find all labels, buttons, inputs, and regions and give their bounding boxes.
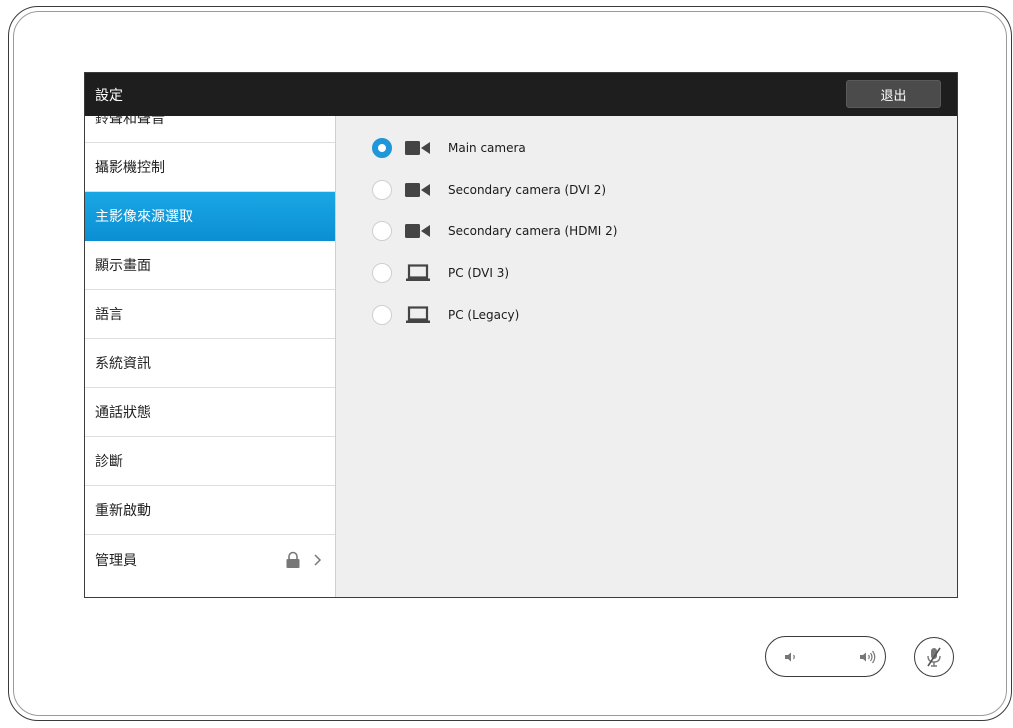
sidebar-item-label: 鈴聲和聲音 <box>95 116 165 127</box>
source-option-main-camera[interactable]: Main camera <box>372 133 526 163</box>
chevron-right-icon <box>314 553 322 566</box>
source-option-pc-legacy[interactable]: PC (Legacy) <box>372 300 519 330</box>
camera-icon <box>403 180 433 200</box>
lock-icon <box>286 551 300 568</box>
sidebar-item-label: 系統資訊 <box>95 356 151 372</box>
laptop-icon <box>403 305 433 325</box>
sidebar-item-language[interactable]: 語言 <box>85 290 335 339</box>
sidebar-item-administrator[interactable]: 管理員 <box>85 535 335 584</box>
radio-button[interactable] <box>372 305 392 325</box>
sidebar-item-restart[interactable]: 重新啟動 <box>85 486 335 535</box>
administrator-icons <box>285 535 323 584</box>
camera-icon <box>403 221 433 241</box>
speaker-low-icon[interactable] <box>783 649 803 665</box>
sidebar-item-main-source[interactable]: 主影像來源選取 <box>85 192 335 241</box>
sidebar-item-label: 顯示畫面 <box>95 258 151 274</box>
sidebar-item-label: 主影像來源選取 <box>95 209 193 225</box>
page-title: 設定 <box>95 88 123 104</box>
microphone-muted-icon <box>927 647 941 667</box>
sidebar-item-label: 管理員 <box>95 552 137 569</box>
radio-button[interactable] <box>372 263 392 283</box>
source-option-label: Secondary camera (DVI 2) <box>448 183 607 197</box>
source-option-secondary-dvi2[interactable]: Secondary camera (DVI 2) <box>372 175 606 205</box>
source-option-label: Main camera <box>448 141 526 155</box>
sidebar-item-ringtones[interactable]: 鈴聲和聲音 <box>85 116 335 143</box>
speaker-high-icon[interactable] <box>858 649 878 665</box>
sidebar-item-system-info[interactable]: 系統資訊 <box>85 339 335 388</box>
volume-control[interactable] <box>765 636 886 677</box>
sidebar-item-label: 重新啟動 <box>95 503 151 519</box>
sidebar-item-label: 攝影機控制 <box>95 160 165 176</box>
radio-dot <box>378 144 386 152</box>
sidebar-item-diagnostics[interactable]: 診斷 <box>85 437 335 486</box>
source-option-label: PC (Legacy) <box>448 308 520 322</box>
radio-button[interactable] <box>372 138 392 158</box>
source-selection-content: Main camera Secondary camera (DVI 2) Sec… <box>336 116 957 597</box>
microphone-mute-button[interactable] <box>914 637 954 677</box>
source-option-label: Secondary camera (HDMI 2) <box>448 224 618 238</box>
sidebar-item-display[interactable]: 顯示畫面 <box>85 241 335 290</box>
camera-icon <box>403 138 433 158</box>
title-bar: 設定 退出 <box>85 73 957 116</box>
radio-button[interactable] <box>372 180 392 200</box>
sidebar-item-camera-control[interactable]: 攝影機控制 <box>85 143 335 192</box>
sidebar-item-label: 通話狀態 <box>95 405 151 421</box>
source-option-pc-dvi3[interactable]: PC (DVI 3) <box>372 258 509 288</box>
laptop-icon <box>403 263 433 283</box>
exit-button[interactable]: 退出 <box>846 80 941 108</box>
radio-button[interactable] <box>372 221 392 241</box>
sidebar-item-call-status[interactable]: 通話狀態 <box>85 388 335 437</box>
source-option-secondary-hdmi2[interactable]: Secondary camera (HDMI 2) <box>372 216 617 246</box>
settings-sidebar: 鈴聲和聲音 攝影機控制 主影像來源選取 顯示畫面 語言 系統資訊 通話狀態 診斷… <box>85 116 336 597</box>
settings-panel: 設定 退出 鈴聲和聲音 攝影機控制 主影像來源選取 顯示畫面 語言 系統資訊 通… <box>84 72 958 598</box>
sidebar-item-label: 診斷 <box>95 454 123 470</box>
sidebar-item-label: 語言 <box>95 307 123 323</box>
source-option-label: PC (DVI 3) <box>448 266 510 280</box>
